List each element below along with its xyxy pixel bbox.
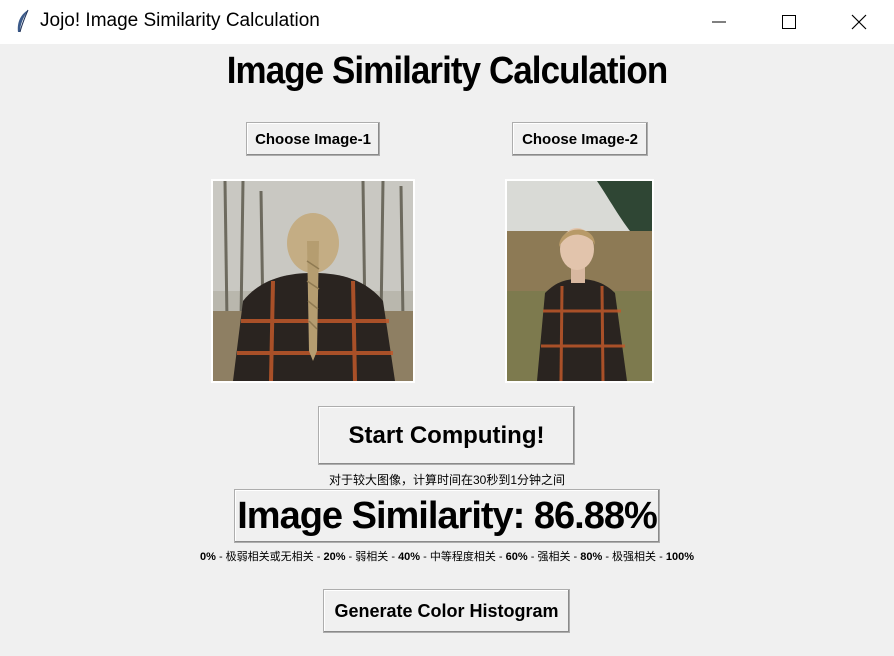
choose-image-1-button[interactable]: Choose Image-1 — [246, 122, 380, 156]
scale-range-3: - 中等程度相关 - — [420, 551, 506, 563]
scale-range-2: - 弱相关 - — [345, 551, 399, 563]
generate-color-histogram-button[interactable]: Generate Color Histogram — [323, 589, 570, 633]
scale-60: 60% — [505, 551, 528, 563]
similarity-result: Image Similarity: 86.88% — [234, 489, 660, 543]
page-title: Image Similarity Calculation — [226, 50, 668, 92]
scale-range-1: - 极弱相关或无相关 - — [215, 551, 324, 563]
maximize-icon — [782, 15, 796, 29]
window-titlebar: Jojo! Image Similarity Calculation — [0, 0, 894, 44]
start-computing-button[interactable]: Start Computing! — [318, 406, 575, 465]
computation-time-note: 对于较大图像，计算时间在30秒到1分钟之间 — [328, 473, 566, 487]
scale-100: 100% — [665, 551, 694, 563]
minimize-button[interactable] — [684, 0, 754, 44]
close-icon — [851, 14, 867, 30]
minimize-icon — [712, 21, 726, 23]
image-1-preview — [211, 179, 415, 383]
maximize-button[interactable] — [754, 0, 824, 44]
choose-image-2-button[interactable]: Choose Image-2 — [512, 122, 648, 156]
correlation-scale: 0% - 极弱相关或无相关 - 20% - 弱相关 - 40% - 中等程度相关… — [0, 548, 894, 564]
scale-0: 0% — [200, 551, 216, 563]
image-2-preview — [505, 179, 654, 383]
scale-range-4: - 强相关 - — [527, 551, 581, 563]
scale-80: 80% — [580, 551, 603, 563]
scale-range-5: - 极强相关 - — [602, 551, 666, 563]
scale-40: 40% — [398, 551, 421, 563]
close-button[interactable] — [824, 0, 894, 44]
feather-icon — [14, 9, 32, 35]
scale-20: 20% — [323, 551, 346, 563]
window-title: Jojo! Image Similarity Calculation — [40, 10, 320, 31]
